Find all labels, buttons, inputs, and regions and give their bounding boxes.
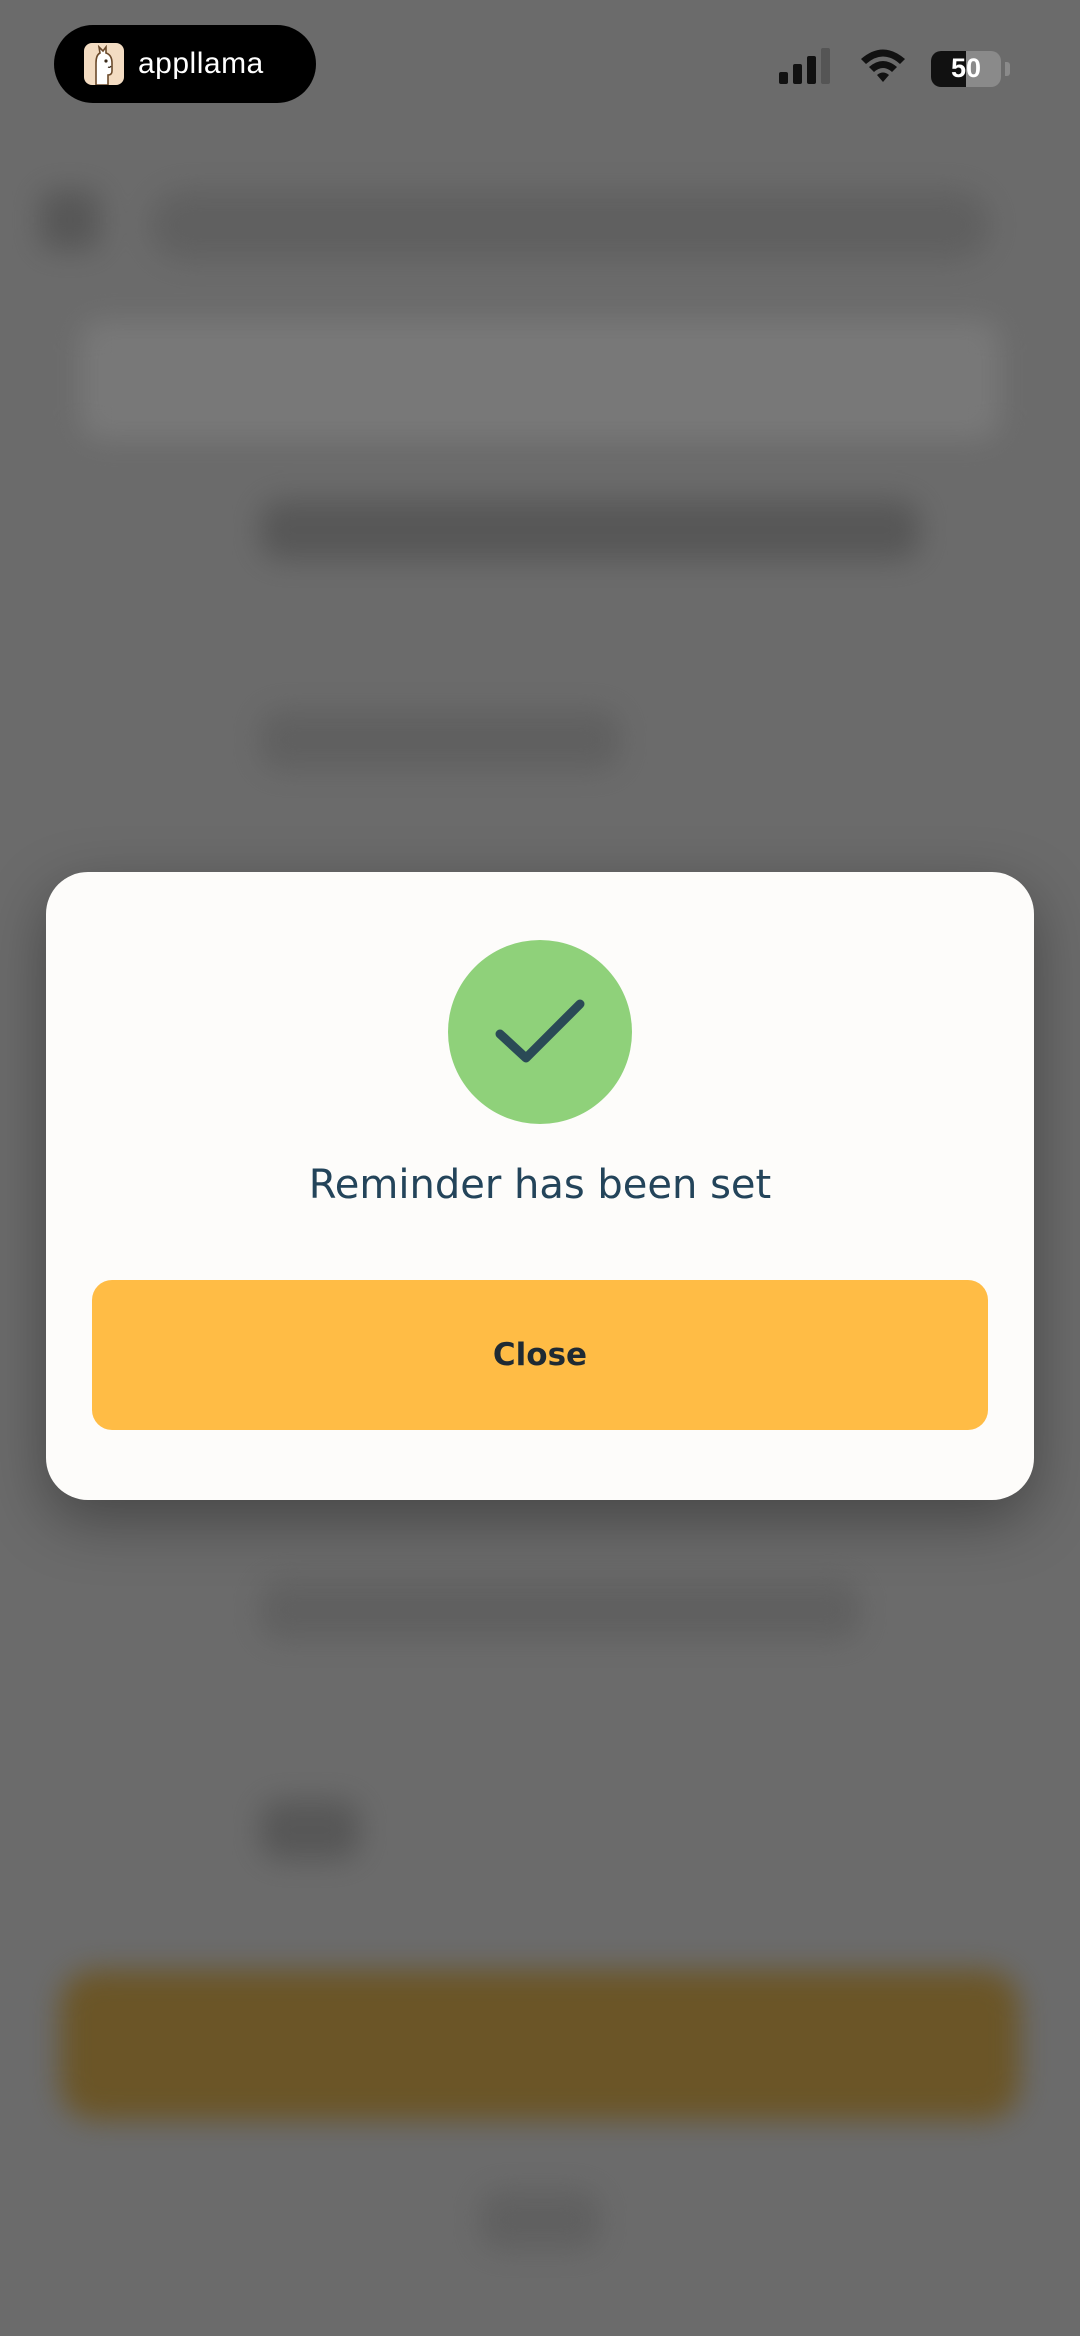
- background-back-icon: [40, 190, 100, 250]
- background-text-line: [260, 500, 920, 560]
- battery-tip: [1005, 61, 1010, 76]
- background-card: [80, 320, 1000, 440]
- battery-indicator: 50: [931, 50, 1001, 87]
- checkmark-icon: [448, 940, 632, 1124]
- background-text-line: [260, 1580, 860, 1640]
- background-secondary-link: [480, 2190, 600, 2250]
- background-text-line: [260, 1800, 360, 1860]
- background-text-line: [260, 710, 620, 770]
- cellular-signal-icon: [779, 48, 835, 89]
- reminder-set-dialog: Reminder has been set Close: [46, 872, 1034, 1500]
- battery-level: 50: [950, 53, 982, 83]
- llama-icon: [84, 43, 124, 85]
- brand-name: appllama: [138, 47, 264, 80]
- status-icons: 50: [779, 48, 1010, 89]
- background-header: [150, 190, 990, 260]
- background-primary-button: [60, 1970, 1020, 2120]
- status-bar: appllama 50: [0, 0, 1080, 140]
- wifi-icon: [859, 48, 907, 89]
- screen: appllama 50 Reminder has been set Close: [0, 0, 1080, 2336]
- brand-badge: appllama: [54, 25, 316, 103]
- dialog-title: Reminder has been set: [308, 1162, 772, 1208]
- close-button[interactable]: Close: [92, 1280, 988, 1430]
